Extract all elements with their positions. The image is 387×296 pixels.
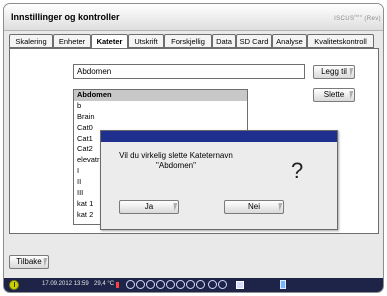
temperature-indicator-icon [116,282,119,288]
tab-kateter[interactable]: Kateter [91,34,128,49]
vial-slot-icon [126,280,135,289]
tab-skalering[interactable]: Skalering [9,34,53,48]
vial-slot-icon [186,280,195,289]
vial-slot-icon [196,280,205,289]
vial-slot-icon [136,280,145,289]
brand-logo: ISCUSflex (Rev) [334,13,381,22]
window-titlebar: Innstillinger og kontroller ISCUSflex (R… [4,4,383,31]
tab-enheter[interactable]: Enheter [53,34,91,48]
dialog-message: Vil du virkelig slette Kateternavn "Abdo… [101,151,251,171]
settings-window: Innstillinger og kontroller ISCUSflex (R… [3,3,384,293]
delete-button[interactable]: Slette [313,88,355,102]
tab-data[interactable]: Data [212,34,236,48]
yes-button[interactable]: Ja [119,200,179,214]
brand-superscript: flex [354,13,363,18]
vial-slot-icon [166,280,175,289]
brand-name: ISCUS [334,16,355,22]
tab-kvalitetskontroll[interactable]: Kvalitetskontroll [307,34,374,48]
tab-sd-card[interactable]: SD Card [236,34,272,48]
dialog-message-line1: Vil du virkelig slette Kateternavn [119,151,233,160]
window-title: Innstillinger og kontroller [11,12,120,22]
status-bar: 17.09.2012 13:59 29,4 °C [4,278,383,292]
power-icon[interactable] [9,280,19,290]
no-button[interactable]: Nei [224,200,284,214]
status-temperature: 29,4 °C [94,281,115,287]
brand-suffix: (Rev) [364,16,381,22]
battery-icon [280,280,286,289]
vial-slot-icon [176,280,185,289]
vial-slot-icon [146,280,155,289]
list-item[interactable]: b [74,101,247,112]
add-button[interactable]: Legg til [313,65,355,79]
tab-analyse[interactable]: Analyse [272,34,307,48]
vial-slot-icon [218,280,227,289]
tab-forskjellig[interactable]: Forskjellig [164,34,212,48]
question-icon: ? [291,158,304,183]
vial-slot-icon [208,280,217,289]
dialog-message-line2: "Abdomen" [156,161,196,170]
back-button[interactable]: Tilbake [9,255,49,269]
list-item[interactable]: Brain [74,112,247,123]
footer-bar: Tilbake [4,236,383,281]
dialog-titlebar [101,131,337,142]
catheter-name-input[interactable] [73,64,305,79]
sd-card-icon [236,281,244,289]
vial-slot-icon [156,280,165,289]
delete-confirm-dialog: Vil du virkelig slette Kateternavn "Abdo… [100,130,338,230]
tab-utskrift[interactable]: Utskrift [128,34,164,48]
status-datetime: 17.09.2012 13:59 [42,281,89,287]
list-item[interactable]: Abdomen [74,90,247,101]
